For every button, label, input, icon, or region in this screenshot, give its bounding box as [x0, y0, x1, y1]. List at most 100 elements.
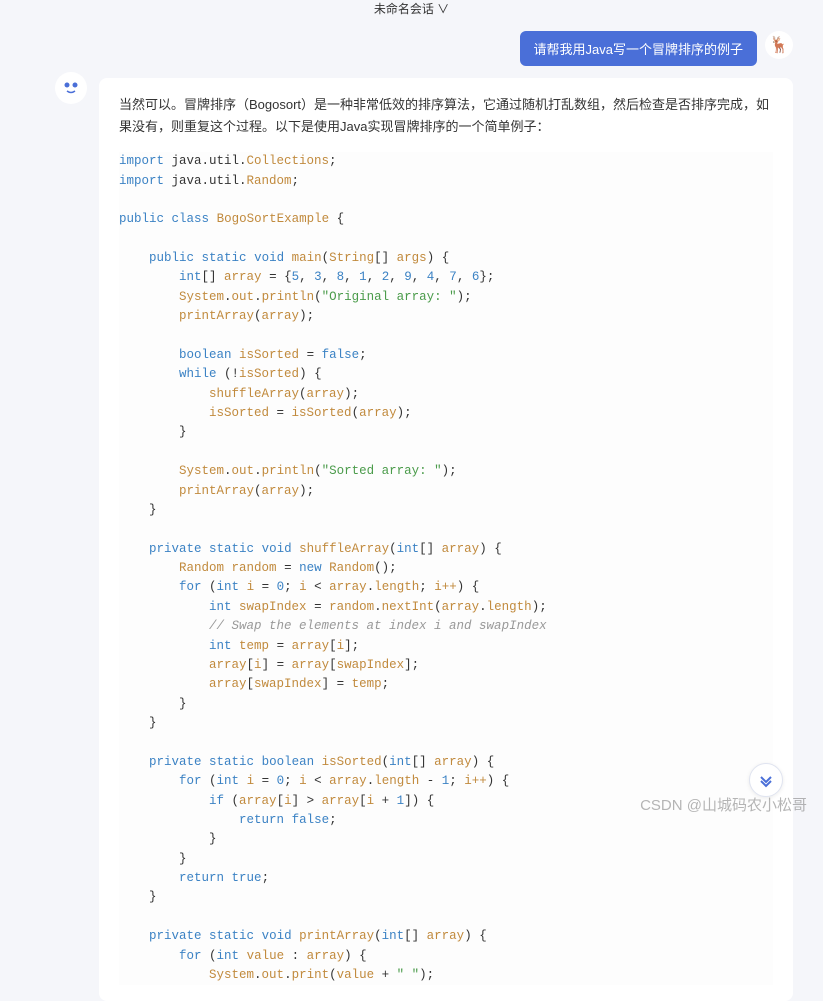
code-kw: private [149, 929, 202, 943]
scroll-down-button[interactable] [749, 763, 783, 797]
code-var: temp [352, 677, 382, 691]
code-num: 2 [382, 270, 390, 284]
code-var: out [232, 290, 255, 304]
code-sys: System [209, 968, 254, 982]
code-mth: println [262, 464, 315, 478]
code-var: out [262, 968, 285, 982]
code-kw: void [262, 542, 292, 556]
code-var: i [367, 794, 375, 808]
code-var: array [434, 755, 472, 769]
code-mth: println [262, 290, 315, 304]
code-kw: private [149, 542, 202, 556]
code-var: i [299, 580, 307, 594]
code-sys: System [179, 464, 224, 478]
code-var: i [247, 774, 255, 788]
code-var: array [209, 658, 247, 672]
code-var: i [247, 580, 255, 594]
code-cls: String [329, 251, 374, 265]
code-kw: for [179, 580, 202, 594]
code-num: 1 [359, 270, 367, 284]
code-var: array [209, 677, 247, 691]
code-num: 6 [472, 270, 480, 284]
code-kw: false [322, 348, 360, 362]
code-kw: static [209, 542, 254, 556]
conversation-title[interactable]: 未命名会话 ∨ [0, 0, 823, 19]
code-mth: isSorted [322, 755, 382, 769]
code-kw: new [299, 561, 322, 575]
code-num: 1 [442, 774, 450, 788]
code-kw: int [397, 542, 420, 556]
code-txt: java.util. [164, 174, 247, 188]
code-kw: import [119, 174, 164, 188]
code-kw: boolean [262, 755, 315, 769]
code-var: array [292, 639, 330, 653]
code-sys: System [179, 290, 224, 304]
code-var: length [374, 580, 419, 594]
code-kw: boolean [179, 348, 232, 362]
code-var: out [232, 464, 255, 478]
code-var: array [442, 600, 480, 614]
code-var: array [224, 270, 262, 284]
code-var: array [307, 387, 345, 401]
code-num: 3 [314, 270, 322, 284]
code-mth: printArray [179, 309, 254, 323]
code-var: array [322, 794, 360, 808]
code-kw: void [254, 251, 284, 265]
code-kw: for [179, 949, 202, 963]
bot-message-content: 当然可以。冒牌排序（Bogosort）是一种非常低效的排序算法，它通过随机打乱数… [99, 78, 793, 1001]
code-str: "Original array: " [322, 290, 457, 304]
code-var: i [254, 658, 262, 672]
code-kw: int [217, 774, 240, 788]
code-kw: import [119, 154, 164, 168]
code-var: i++ [434, 580, 457, 594]
code-kw: int [389, 755, 412, 769]
code-cls: Collections [247, 154, 330, 168]
code-kw: private [149, 755, 202, 769]
bot-message-row: 当然可以。冒牌排序（Bogosort）是一种非常低效的排序算法，它通过随机打乱数… [0, 78, 823, 1001]
code-kw: int [217, 949, 240, 963]
code-var: random [329, 600, 374, 614]
code-var: array [359, 406, 397, 420]
code-str: " " [397, 968, 420, 982]
code-var: isSorted [239, 348, 299, 362]
chevron-down-icon [758, 772, 774, 788]
code-var: args [397, 251, 427, 265]
code-mth: printArray [179, 484, 254, 498]
code-kw: static [209, 929, 254, 943]
code-num: 1 [397, 794, 405, 808]
code-kw: class [172, 212, 210, 226]
code-txt: java.util. [164, 154, 247, 168]
deer-icon: 🦌 [769, 35, 789, 55]
code-mth: printArray [299, 929, 374, 943]
user-avatar[interactable]: 🦌 [765, 31, 793, 59]
code-num: 0 [277, 774, 285, 788]
code-num: 8 [337, 270, 345, 284]
code-var: array [307, 949, 345, 963]
code-mth: isSorted [292, 406, 352, 420]
code-kw: static [209, 755, 254, 769]
code-kw: int [179, 270, 202, 284]
code-kw: if [209, 794, 224, 808]
code-cls: Random [329, 561, 374, 575]
code-num: 5 [292, 270, 300, 284]
code-kw: for [179, 774, 202, 788]
code-kw: true [232, 871, 262, 885]
bot-face-icon [59, 76, 83, 100]
code-var: array [292, 658, 330, 672]
code-var: i [284, 794, 292, 808]
code-var: array [427, 929, 465, 943]
code-num: 4 [427, 270, 435, 284]
bot-avatar[interactable] [55, 72, 87, 104]
code-kw: public [149, 251, 194, 265]
code-var: array [262, 484, 300, 498]
code-mth: shuffleArray [209, 387, 299, 401]
code-var: temp [239, 639, 269, 653]
code-kw: int [209, 600, 232, 614]
code-var: length [487, 600, 532, 614]
code-block[interactable]: import java.util.Collections; import jav… [119, 152, 773, 985]
code-kw: return [179, 871, 224, 885]
code-var: value [337, 968, 375, 982]
code-var: swapIndex [337, 658, 405, 672]
code-var: swapIndex [239, 600, 307, 614]
code-kw: while [179, 367, 217, 381]
